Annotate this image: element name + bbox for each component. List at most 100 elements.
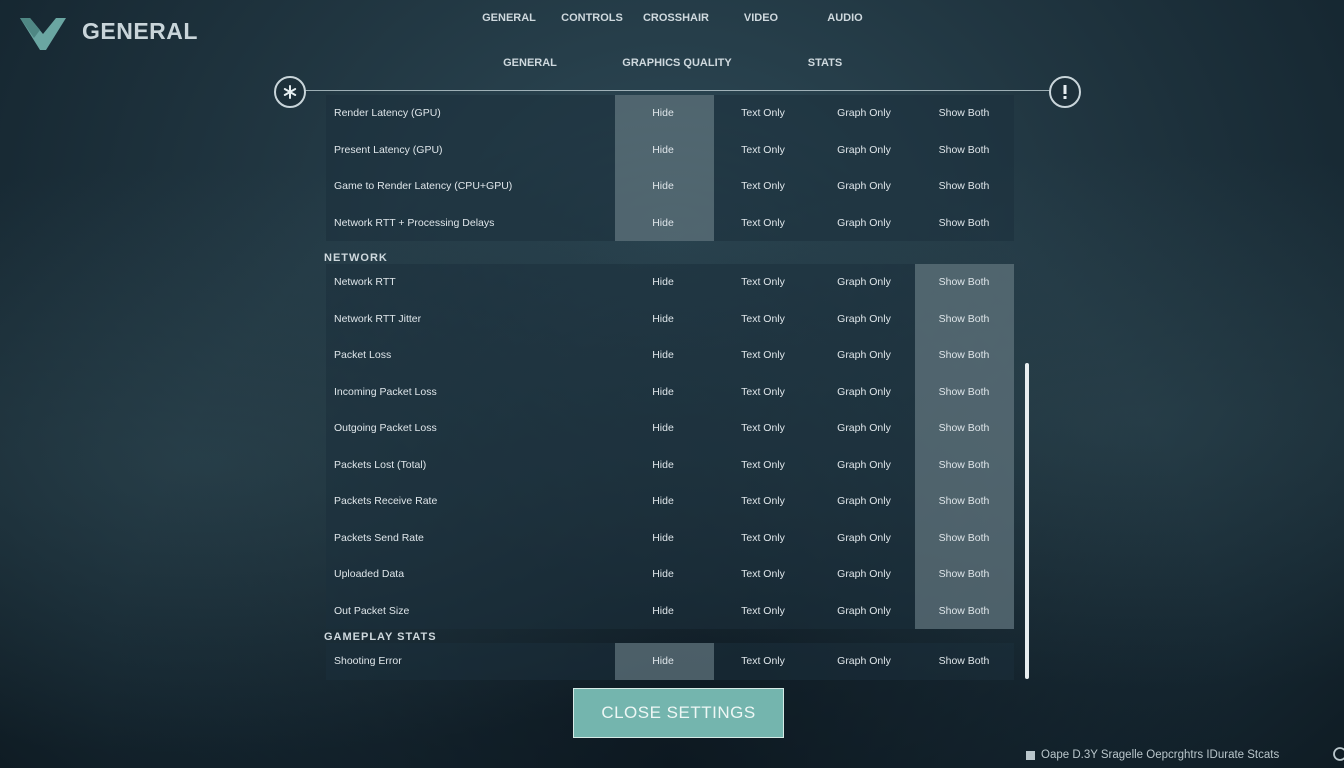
alert-icon[interactable]: [1049, 76, 1081, 108]
tab-video[interactable]: VIDEO: [744, 12, 778, 24]
tab-audio[interactable]: AUDIO: [827, 12, 862, 24]
stat-row: Present Latency (GPU) Hide Text Only Graph …: [326, 132, 1014, 168]
option-hide[interactable]: Hide: [652, 605, 674, 617]
option-hide[interactable]: Hide: [652, 107, 674, 119]
section-header-network: NETWORK: [324, 252, 388, 264]
option-hide[interactable]: Hide: [652, 459, 674, 471]
option-hide[interactable]: Hide: [652, 422, 674, 434]
option-show-both[interactable]: Show Both: [939, 655, 990, 667]
tab-crosshair[interactable]: CROSSHAIR: [643, 12, 709, 24]
option-text-only[interactable]: Text Only: [741, 180, 785, 192]
option-hide[interactable]: Hide: [652, 532, 674, 544]
close-settings-button[interactable]: CLOSE SETTINGS: [573, 688, 784, 738]
stat-row: Game to Render Latency (CPU+GPU) Hide Text…: [326, 168, 1014, 204]
option-hide[interactable]: Hide: [652, 568, 674, 580]
main-tab-bar: GENERAL CONTROLS CROSSHAIR VIDEO AUDIO: [0, 12, 1344, 28]
stat-label: Packets Receive Rate: [334, 495, 438, 507]
option-show-both[interactable]: Show Both: [939, 459, 990, 471]
stat-label: Packets Lost (Total): [334, 458, 427, 471]
option-text-only[interactable]: Text Only: [741, 495, 785, 507]
stat-label: Game to Render Latency (CPU+GPU): [334, 180, 513, 192]
option-graph-only[interactable]: Graph Only: [837, 655, 891, 667]
stat-label: Network RTT Jitter: [334, 312, 422, 325]
stat-label: Incoming Packet Loss: [334, 385, 437, 398]
stat-row: Network RTT Hide Text Only Graph Only Show B…: [326, 264, 1014, 300]
option-hide[interactable]: Hide: [652, 313, 674, 325]
stat-row: Incoming Packet Loss Hide Text Only Graph O…: [326, 374, 1014, 410]
option-text-only[interactable]: Text Only: [741, 107, 785, 119]
asterisk-icon[interactable]: [274, 76, 306, 108]
option-text-only[interactable]: Text Only: [741, 349, 785, 361]
option-show-both[interactable]: Show Both: [939, 495, 990, 507]
option-hide[interactable]: Hide: [652, 495, 674, 507]
stat-row: Out Packet Size Hide Text Only Graph Only Sh…: [326, 593, 1014, 629]
stat-label: Network RTT: [334, 276, 396, 288]
option-show-both[interactable]: Show Both: [939, 313, 990, 325]
stat-row: Network RTT + Processing Delays Hide Text …: [326, 205, 1014, 241]
option-hide[interactable]: Hide: [652, 386, 674, 398]
option-hide[interactable]: Hide: [652, 655, 674, 667]
option-text-only[interactable]: Text Only: [741, 605, 785, 617]
subtab-stats[interactable]: STATS: [808, 57, 842, 69]
option-text-only[interactable]: Text Only: [741, 422, 785, 434]
stat-label: Render Latency (GPU): [334, 107, 441, 119]
option-text-only[interactable]: Text Only: [741, 532, 785, 544]
square-icon: [1026, 750, 1035, 760]
option-show-both[interactable]: Show Both: [939, 144, 990, 156]
option-graph-only[interactable]: Graph Only: [837, 422, 891, 434]
option-show-both[interactable]: Show Both: [939, 568, 990, 580]
option-text-only[interactable]: Text Only: [741, 459, 785, 471]
option-graph-only[interactable]: Graph Only: [837, 605, 891, 617]
option-show-both[interactable]: Show Both: [939, 532, 990, 544]
refresh-icon[interactable]: [1330, 746, 1344, 762]
stat-row: Uploaded Data Hide Text Only Graph Only Show…: [326, 556, 1014, 592]
tab-controls[interactable]: CONTROLS: [561, 12, 623, 24]
option-text-only[interactable]: Text Only: [741, 276, 785, 288]
option-graph-only[interactable]: Graph Only: [837, 495, 891, 507]
footer-text: Oape D.3Y Sragelle Oepcrghtrs IDurate St…: [1041, 749, 1280, 761]
option-graph-only[interactable]: Graph Only: [837, 144, 891, 156]
subtab-general[interactable]: GENERAL: [503, 57, 557, 69]
stats-group: Shooting Error Hide Text Only Graph Only Sho…: [326, 643, 1014, 680]
option-show-both[interactable]: Show Both: [939, 605, 990, 617]
option-graph-only[interactable]: Graph Only: [837, 532, 891, 544]
option-show-both[interactable]: Show Both: [939, 422, 990, 434]
stat-label: Packet Loss: [334, 349, 392, 361]
option-show-both[interactable]: Show Both: [939, 107, 990, 119]
sub-tab-bar: GENERAL GRAPHICS QUALITY STATS: [0, 57, 1344, 73]
option-graph-only[interactable]: Graph Only: [837, 349, 891, 361]
option-graph-only[interactable]: Graph Only: [837, 459, 891, 471]
tab-divider: [304, 90, 1050, 91]
option-text-only[interactable]: Text Only: [741, 568, 785, 580]
option-text-only[interactable]: Text Only: [741, 386, 785, 398]
stat-row: Packets Send Rate Hide Text Only Graph Only…: [326, 520, 1014, 556]
stat-label: Packets Send Rate: [334, 531, 424, 544]
option-hide[interactable]: Hide: [652, 349, 674, 361]
option-graph-only[interactable]: Graph Only: [837, 180, 891, 192]
stat-label: Present Latency (GPU): [334, 143, 443, 156]
scrollbar[interactable]: [1025, 363, 1029, 679]
tab-general[interactable]: GENERAL: [482, 12, 536, 24]
option-show-both[interactable]: Show Both: [939, 180, 990, 192]
option-text-only[interactable]: Text Only: [741, 217, 785, 229]
stats-group: Network RTT Hide Text Only Graph Only Show B…: [326, 264, 1014, 629]
option-graph-only[interactable]: Graph Only: [837, 313, 891, 325]
option-show-both[interactable]: Show Both: [939, 217, 990, 229]
option-graph-only[interactable]: Graph Only: [837, 107, 891, 119]
option-hide[interactable]: Hide: [652, 217, 674, 229]
option-graph-only[interactable]: Graph Only: [837, 568, 891, 580]
option-show-both[interactable]: Show Both: [939, 349, 990, 361]
option-hide[interactable]: Hide: [652, 276, 674, 288]
option-graph-only[interactable]: Graph Only: [837, 386, 891, 398]
option-hide[interactable]: Hide: [652, 180, 674, 192]
option-show-both[interactable]: Show Both: [939, 276, 990, 288]
option-text-only[interactable]: Text Only: [741, 655, 785, 667]
option-text-only[interactable]: Text Only: [741, 144, 785, 156]
option-show-both[interactable]: Show Both: [939, 386, 990, 398]
option-hide[interactable]: Hide: [652, 144, 674, 156]
subtab-graphics-quality[interactable]: GRAPHICS QUALITY: [622, 57, 731, 69]
option-graph-only[interactable]: Graph Only: [837, 217, 891, 229]
option-text-only[interactable]: Text Only: [741, 313, 785, 325]
stat-row: Packet Loss Hide Text Only Graph Only Show B…: [326, 337, 1014, 373]
option-graph-only[interactable]: Graph Only: [837, 276, 891, 288]
